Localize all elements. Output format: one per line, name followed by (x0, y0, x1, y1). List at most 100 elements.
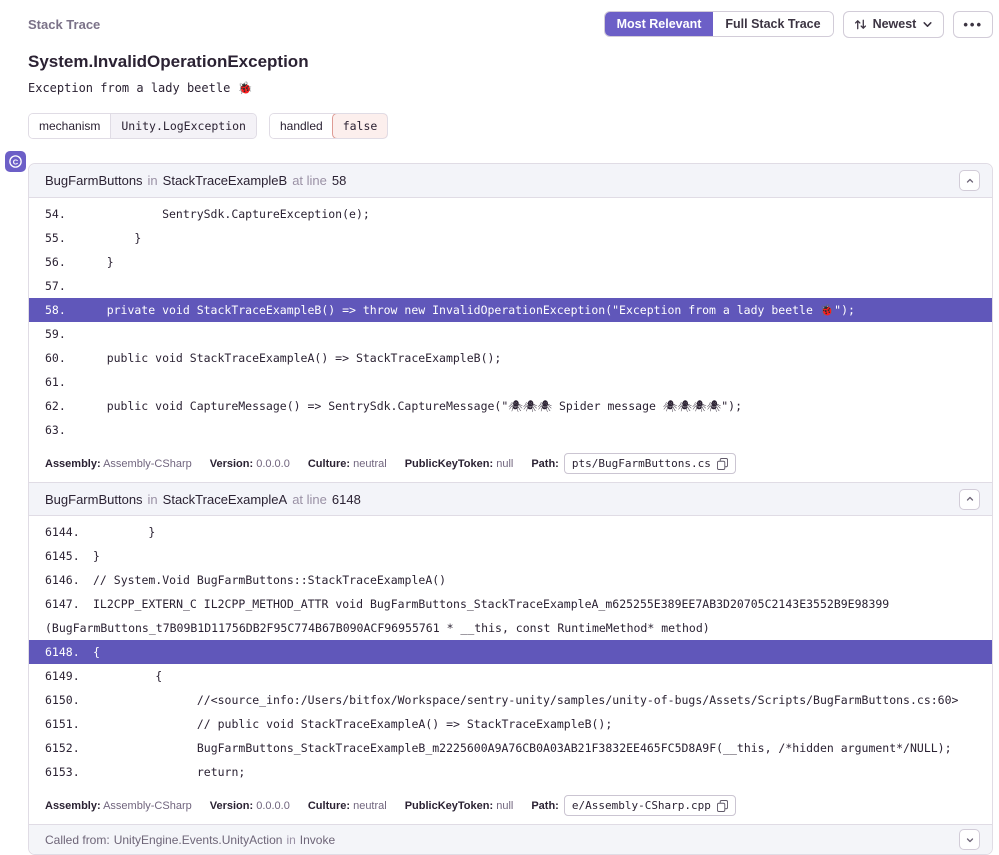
tag-key: mechanism (29, 114, 110, 138)
assembly-culture: Culture: neutral (308, 800, 387, 812)
in-label: in (286, 833, 295, 847)
called-from-bar: Called from: UnityEngine.Events.UnityAct… (29, 824, 992, 854)
copy-icon (717, 800, 728, 812)
assembly-version: Version: 0.0.0.0 (210, 458, 290, 470)
at-line-label: at line (292, 492, 327, 507)
code-text: // public void StackTraceExampleA() => S… (93, 717, 612, 731)
line-number: 61. (45, 370, 79, 394)
line-number: 6145. (45, 544, 93, 568)
copy-path-button[interactable] (717, 458, 728, 470)
code-text: SentrySdk.CaptureException(e); (79, 207, 370, 221)
most-relevant-button[interactable]: Most Relevant (605, 12, 714, 36)
code-line: 55. } (29, 226, 992, 250)
line-number: 6148. (45, 640, 93, 664)
frame-header-stacktraceexamplea[interactable]: BugFarmButtons in StackTraceExampleA at … (29, 482, 992, 516)
line-number: 6147. (45, 592, 93, 616)
line-number: 55. (45, 226, 79, 250)
collapse-frame-button[interactable] (959, 489, 980, 510)
line-number: 58. (45, 298, 79, 322)
code-text: private void StackTraceExampleB() => thr… (79, 303, 855, 317)
assembly-publickeytoken: PublicKeyToken: null (405, 800, 514, 812)
line-number: 63. (45, 418, 79, 442)
chevron-up-icon (965, 494, 975, 504)
tag-value: Unity.LogException (110, 114, 256, 138)
assembly-info: Assembly: Assembly-CSharp Version: 0.0.0… (29, 790, 992, 824)
frame-function: StackTraceExampleA (163, 492, 288, 507)
code-line: 6147.IL2CPP_EXTERN_C IL2CPP_METHOD_ATTR … (29, 592, 992, 640)
path-text: e/Assembly-CSharp.cpp (572, 799, 711, 812)
ellipsis-icon: ••• (963, 18, 983, 31)
chevron-down-icon (965, 835, 975, 845)
copy-path-button[interactable] (717, 800, 728, 812)
code-text: { (93, 669, 162, 683)
collapse-frame-button[interactable] (959, 170, 980, 191)
path-box[interactable]: e/Assembly-CSharp.cpp (564, 795, 736, 816)
exception-tags: mechanism Unity.LogException handled fal… (28, 113, 993, 139)
code-text: } (93, 525, 155, 539)
expand-caller-button[interactable] (959, 829, 980, 850)
stack-trace-toolbar: Stack Trace Most Relevant Full Stack Tra… (28, 10, 993, 38)
frame-line-number: 6148 (332, 492, 361, 507)
caller-module: UnityEngine.Events.UnityAction (114, 833, 283, 847)
code-line: 6144. } (29, 520, 992, 544)
code-line: 61. (29, 370, 992, 394)
full-stack-trace-button[interactable]: Full Stack Trace (713, 12, 832, 36)
chevron-up-icon (965, 176, 975, 186)
path-box[interactable]: pts/BugFarmButtons.cs (564, 453, 736, 474)
sort-arrows-icon (854, 18, 867, 31)
code-text: } (93, 549, 100, 563)
more-options-button[interactable]: ••• (953, 11, 993, 38)
chevron-down-icon (922, 19, 933, 30)
frame-function: StackTraceExampleB (163, 173, 288, 188)
code-text: return; (93, 765, 245, 779)
exception-type: System.InvalidOperationException (28, 52, 993, 72)
code-text: } (79, 255, 114, 269)
caller-function: Invoke (300, 833, 335, 847)
stack-trace-card: BugFarmButtons in StackTraceExampleB at … (28, 163, 993, 855)
svg-text:C: C (13, 157, 19, 166)
line-number: 59. (45, 322, 79, 346)
line-number: 6152. (45, 736, 93, 760)
code-text: public void StackTraceExampleA() => Stac… (79, 351, 501, 365)
line-number: 62. (45, 394, 79, 418)
code-line: 54. SentrySdk.CaptureException(e); (29, 202, 992, 226)
assembly-name: Assembly: Assembly-CSharp (45, 800, 192, 812)
code-line: 57. (29, 274, 992, 298)
code-line: 6152. BugFarmButtons_StackTraceExampleB_… (29, 736, 992, 760)
at-line-label: at line (292, 173, 327, 188)
code-line: 62. public void CaptureMessage() => Sent… (29, 394, 992, 418)
line-number: 6151. (45, 712, 93, 736)
code-line-active: 58. private void StackTraceExampleB() =>… (29, 298, 992, 322)
code-line: 6149. { (29, 664, 992, 688)
code-line: 6151. // public void StackTraceExampleA(… (29, 712, 992, 736)
tag-key: handled (270, 114, 333, 138)
code-line: 60. public void StackTraceExampleA() => … (29, 346, 992, 370)
frame-module: BugFarmButtons (45, 173, 143, 188)
path-text: pts/BugFarmButtons.cs (572, 457, 711, 470)
frame-module: BugFarmButtons (45, 492, 143, 507)
csharp-platform-icon: C (5, 151, 26, 172)
assembly-info: Assembly: Assembly-CSharp Version: 0.0.0… (29, 448, 992, 482)
tag-handled: handled false (269, 113, 388, 139)
code-line: 6145.} (29, 544, 992, 568)
code-text: IL2CPP_EXTERN_C IL2CPP_METHOD_ATTR void … (45, 597, 896, 635)
code-text: BugFarmButtons_StackTraceExampleB_m22256… (93, 741, 952, 755)
sort-dropdown[interactable]: Newest (843, 11, 945, 38)
toolbar-controls: Most Relevant Full Stack Trace Newest ••… (604, 11, 993, 38)
line-number: 6153. (45, 760, 93, 784)
code-line-active: 6148.{ (29, 640, 992, 664)
assembly-path: Path: pts/BugFarmButtons.cs (531, 453, 736, 474)
line-number: 6149. (45, 664, 93, 688)
called-from-label: Called from: (45, 833, 110, 847)
frame-header-stacktraceexampleb[interactable]: BugFarmButtons in StackTraceExampleB at … (29, 164, 992, 198)
copy-icon (717, 458, 728, 470)
tag-value-alert: false (332, 113, 389, 139)
code-text: //<source_info:/Users/bitfox/Workspace/s… (93, 693, 958, 707)
code-text: public void CaptureMessage() => SentrySd… (79, 399, 742, 413)
section-title: Stack Trace (28, 17, 100, 32)
line-number: 6146. (45, 568, 93, 592)
code-line: 6153. return; (29, 760, 992, 784)
code-text: // System.Void BugFarmButtons::StackTrac… (93, 573, 446, 587)
line-number: 57. (45, 274, 79, 298)
line-number: 56. (45, 250, 79, 274)
